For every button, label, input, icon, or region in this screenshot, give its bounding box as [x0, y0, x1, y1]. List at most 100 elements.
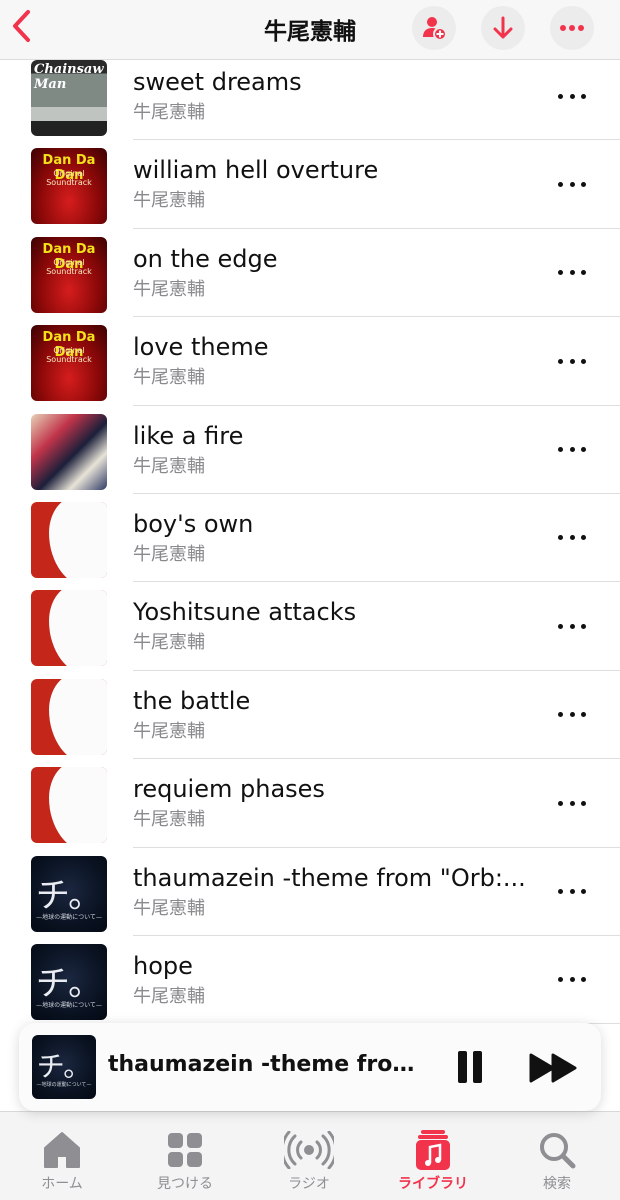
song-title: thaumazein -theme from "Orb:... [133, 863, 526, 892]
song-more-button[interactable] [556, 263, 588, 283]
ellipsis-icon [569, 535, 575, 541]
next-track-button[interactable] [529, 1051, 579, 1085]
ellipsis-icon [558, 181, 563, 187]
song-artist: 牛尾憲輔 [133, 632, 205, 654]
ellipsis-icon [558, 800, 563, 806]
tab-label: 見つける [157, 1176, 213, 1192]
album-subtitle: —地球の運動について— [36, 913, 102, 921]
song-text: like a fire 牛尾憲輔 [133, 420, 533, 482]
song-artist: 牛尾憲輔 [133, 278, 205, 300]
song-more-button[interactable] [556, 174, 588, 194]
song-row[interactable]: like a fire 牛尾憲輔 [0, 406, 620, 494]
ellipsis-icon [569, 623, 575, 629]
ellipsis-icon [558, 93, 563, 99]
song-artist: 牛尾憲輔 [133, 455, 205, 477]
song-more-button[interactable] [556, 86, 588, 106]
person-add-icon [423, 17, 447, 41]
album-figure [49, 590, 107, 667]
album-logo: Chainsaw Man [34, 62, 104, 92]
album-artwork: チ。 —地球の運動について— [31, 943, 107, 1020]
album-artwork: Dan Da Dan Original Soundtrack [31, 148, 107, 225]
ellipsis-icon [581, 800, 586, 806]
song-more-button[interactable] [556, 970, 588, 990]
more-options-button[interactable] [550, 6, 594, 50]
song-title: boy's own [133, 509, 254, 538]
song-more-button[interactable] [556, 616, 588, 636]
song-row[interactable]: チ。 —地球の運動について— thaumazein -theme from "Orb… [0, 848, 620, 936]
song-more-button[interactable] [556, 793, 588, 813]
song-list: Chainsaw Man sweet dreams 牛尾憲輔 Dan Da Dan Or… [0, 52, 620, 1025]
ellipsis-icon [569, 977, 575, 983]
album-figure [49, 501, 107, 578]
song-title: love theme [133, 333, 269, 362]
ellipsis-icon [569, 889, 575, 895]
mini-player[interactable]: チ。 —地球の運動について— thaumazein -theme from ".… [19, 1023, 601, 1111]
now-playing-title: thaumazein -theme from "... [108, 1052, 424, 1077]
album-artwork: Dan Da Dan Original Soundtrack [31, 325, 107, 402]
ellipsis-icon [558, 623, 563, 629]
home-icon [44, 1132, 80, 1168]
album-artwork [31, 501, 107, 578]
song-more-button[interactable] [556, 351, 588, 371]
album-logo: チ。 [36, 1050, 92, 1083]
ellipsis-icon [558, 889, 563, 895]
song-more-button[interactable] [556, 705, 588, 725]
song-text: the battle 牛尾憲輔 [133, 685, 533, 747]
song-row[interactable]: requiem phases 牛尾憲輔 [0, 759, 620, 848]
song-artist: 牛尾憲輔 [133, 897, 205, 919]
ellipsis-icon [581, 447, 586, 453]
song-title: sweet dreams [133, 68, 302, 96]
album-subtitle: —地球の運動について— [36, 1001, 102, 1009]
pause-icon [473, 1051, 482, 1083]
song-title: the battle [133, 686, 251, 715]
ellipsis-icon [581, 358, 586, 364]
ellipsis-icon [581, 977, 586, 983]
library-icon [416, 1130, 450, 1170]
album-subtitle: Original Soundtrack [46, 257, 92, 276]
ellipsis-icon [569, 712, 575, 718]
tab-radio[interactable]: ラジオ [254, 1128, 364, 1193]
nav-header: 牛尾憲輔 [0, 0, 620, 60]
song-text: requiem phases 牛尾憲輔 [133, 773, 533, 835]
album-subtitle: —地球の運動について— [36, 1082, 92, 1088]
tab-search[interactable]: 検索 [502, 1128, 612, 1193]
song-row[interactable]: Dan Da Dan Original Soundtrack on the edge… [0, 229, 620, 318]
ellipsis-icon [569, 358, 575, 364]
album-figure [49, 767, 107, 844]
album-artwork: チ。 —地球の運動について— [31, 855, 107, 932]
add-artist-button[interactable] [412, 6, 456, 50]
ellipsis-icon [569, 447, 575, 453]
ellipsis-icon [558, 535, 563, 541]
ellipsis-icon [581, 270, 586, 276]
song-more-button[interactable] [556, 528, 588, 548]
song-row[interactable]: Dan Da Dan Original Soundtrack love theme 牛… [0, 317, 620, 406]
pause-button[interactable] [455, 1049, 487, 1085]
download-button[interactable] [481, 6, 525, 50]
song-row[interactable]: Yoshitsune attacks 牛尾憲輔 [0, 582, 620, 671]
album-subtitle: Original Soundtrack [46, 346, 92, 365]
tab-label: ホーム [41, 1176, 83, 1192]
song-text: on the edge 牛尾憲輔 [133, 243, 533, 305]
ellipsis-icon [581, 712, 586, 718]
now-playing-artwork: チ。 —地球の運動について— [32, 1035, 96, 1099]
song-more-button[interactable] [556, 440, 588, 460]
song-text: love theme 牛尾憲輔 [133, 331, 533, 393]
song-artist: 牛尾憲輔 [133, 985, 205, 1007]
album-artwork [31, 678, 107, 755]
song-row[interactable]: Dan Da Dan Original Soundtrack william hel… [0, 140, 620, 229]
tab-bar: ホーム 見つける ラジオ ライブラリ 検索 [0, 1111, 620, 1200]
tab-library[interactable]: ライブラリ [378, 1128, 488, 1193]
song-title: Yoshitsune attacks [133, 598, 357, 627]
song-more-button[interactable] [556, 882, 588, 902]
song-row[interactable]: boy's own 牛尾憲輔 [0, 494, 620, 583]
song-text: thaumazein -theme from "Orb:... 牛尾憲輔 [133, 862, 533, 924]
fast-forward-icon [529, 1053, 577, 1083]
song-row[interactable]: the battle 牛尾憲輔 [0, 671, 620, 760]
tab-browse[interactable]: 見つける [130, 1128, 240, 1193]
tab-label: 検索 [543, 1176, 571, 1192]
song-row[interactable]: Chainsaw Man sweet dreams 牛尾憲輔 [0, 52, 620, 141]
song-title: like a fire [133, 421, 244, 450]
song-row[interactable]: チ。 —地球の運動について— hope 牛尾憲輔 [0, 936, 620, 1025]
ellipsis-icon [569, 93, 575, 99]
tab-home[interactable]: ホーム [7, 1128, 117, 1193]
